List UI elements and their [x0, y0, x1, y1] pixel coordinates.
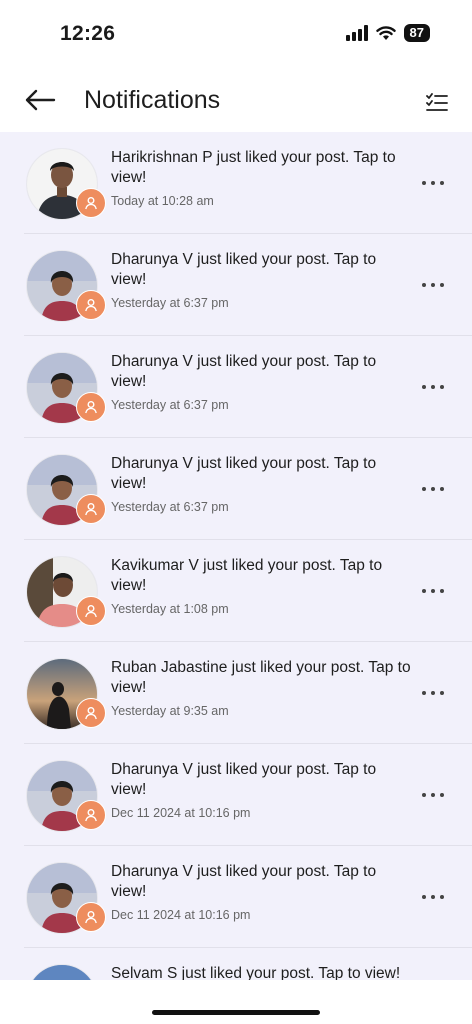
user-badge-icon	[76, 902, 106, 932]
notification-list[interactable]: Harikrishnan P just liked your post. Tap…	[0, 132, 472, 980]
notification-item[interactable]: Dharunya V just liked your post. Tap to …	[0, 234, 472, 336]
notification-item[interactable]: Dharunya V just liked your post. Tap to …	[0, 846, 472, 948]
notification-item[interactable]: Dharunya V just liked your post. Tap to …	[0, 438, 472, 540]
notification-message: Dharunya V just liked your post. Tap to …	[111, 863, 377, 900]
checklist-icon[interactable]	[426, 92, 448, 114]
user-badge-icon	[76, 494, 106, 524]
notification-message: Dharunya V just liked your post. Tap to …	[111, 761, 377, 798]
notification-time: Dec 11 2024 at 10:16 pm	[111, 908, 251, 922]
home-area	[0, 980, 472, 1024]
notification-time: Yesterday at 6:37 pm	[111, 500, 229, 514]
status-time: 12:26	[60, 22, 116, 45]
notification-time: Yesterday at 1:08 pm	[111, 602, 229, 616]
battery-indicator: 87	[403, 24, 430, 42]
more-options-icon[interactable]	[422, 586, 444, 596]
notification-item[interactable]: Ruban Jabastine just liked your post. Ta…	[0, 642, 472, 744]
notification-message: Dharunya V just liked your post. Tap to …	[111, 455, 377, 492]
notification-time: Yesterday at 9:35 am	[111, 704, 229, 718]
more-options-icon[interactable]	[422, 178, 444, 188]
notification-time: Yesterday at 6:37 pm	[111, 398, 229, 412]
notification-item[interactable]: Harikrishnan P just liked your post. Tap…	[0, 132, 472, 234]
signal-icon	[345, 25, 368, 41]
user-badge-icon	[76, 800, 106, 830]
notification-time: Yesterday at 6:37 pm	[111, 296, 229, 310]
user-badge-icon	[76, 698, 106, 728]
home-indicator[interactable]	[152, 1010, 320, 1015]
notification-item[interactable]: Dharunya V just liked your post. Tap to …	[0, 744, 472, 846]
notification-message: Harikrishnan P just liked your post. Tap…	[111, 149, 396, 186]
more-options-icon[interactable]	[422, 280, 444, 290]
more-options-icon[interactable]	[422, 892, 444, 902]
notification-message: Kavikumar V just liked your post. Tap to…	[111, 557, 383, 594]
wifi-icon	[375, 26, 396, 40]
user-badge-icon	[76, 392, 106, 422]
more-options-icon[interactable]	[422, 382, 444, 392]
notification-message: Dharunya V just liked your post. Tap to …	[111, 353, 377, 390]
notification-time: Dec 11 2024 at 10:16 pm	[111, 806, 251, 820]
status-icons: 87	[345, 24, 430, 42]
user-badge-icon	[76, 188, 106, 218]
user-badge-icon	[76, 596, 106, 626]
notification-message: Ruban Jabastine just liked your post. Ta…	[111, 659, 411, 696]
more-options-icon[interactable]	[422, 688, 444, 698]
notification-item[interactable]: Dharunya V just liked your post. Tap to …	[0, 336, 472, 438]
notification-item[interactable]: Kavikumar V just liked your post. Tap to…	[0, 540, 472, 642]
status-bar: 12:26 87	[0, 0, 472, 64]
user-badge-icon	[76, 290, 106, 320]
avatar-selvam	[26, 964, 98, 980]
page-title: Notifications	[84, 86, 221, 114]
more-options-icon[interactable]	[422, 484, 444, 494]
notification-message: Selvam S just liked your post. Tap to vi…	[111, 965, 401, 980]
header: Notifications	[0, 64, 472, 132]
more-options-icon[interactable]	[422, 790, 444, 800]
notification-time: Today at 10:28 am	[111, 194, 214, 208]
notification-item[interactable]: Selvam S just liked your post. Tap to vi…	[0, 948, 472, 980]
notification-message: Dharunya V just liked your post. Tap to …	[111, 251, 377, 288]
back-arrow-icon[interactable]	[22, 86, 58, 114]
